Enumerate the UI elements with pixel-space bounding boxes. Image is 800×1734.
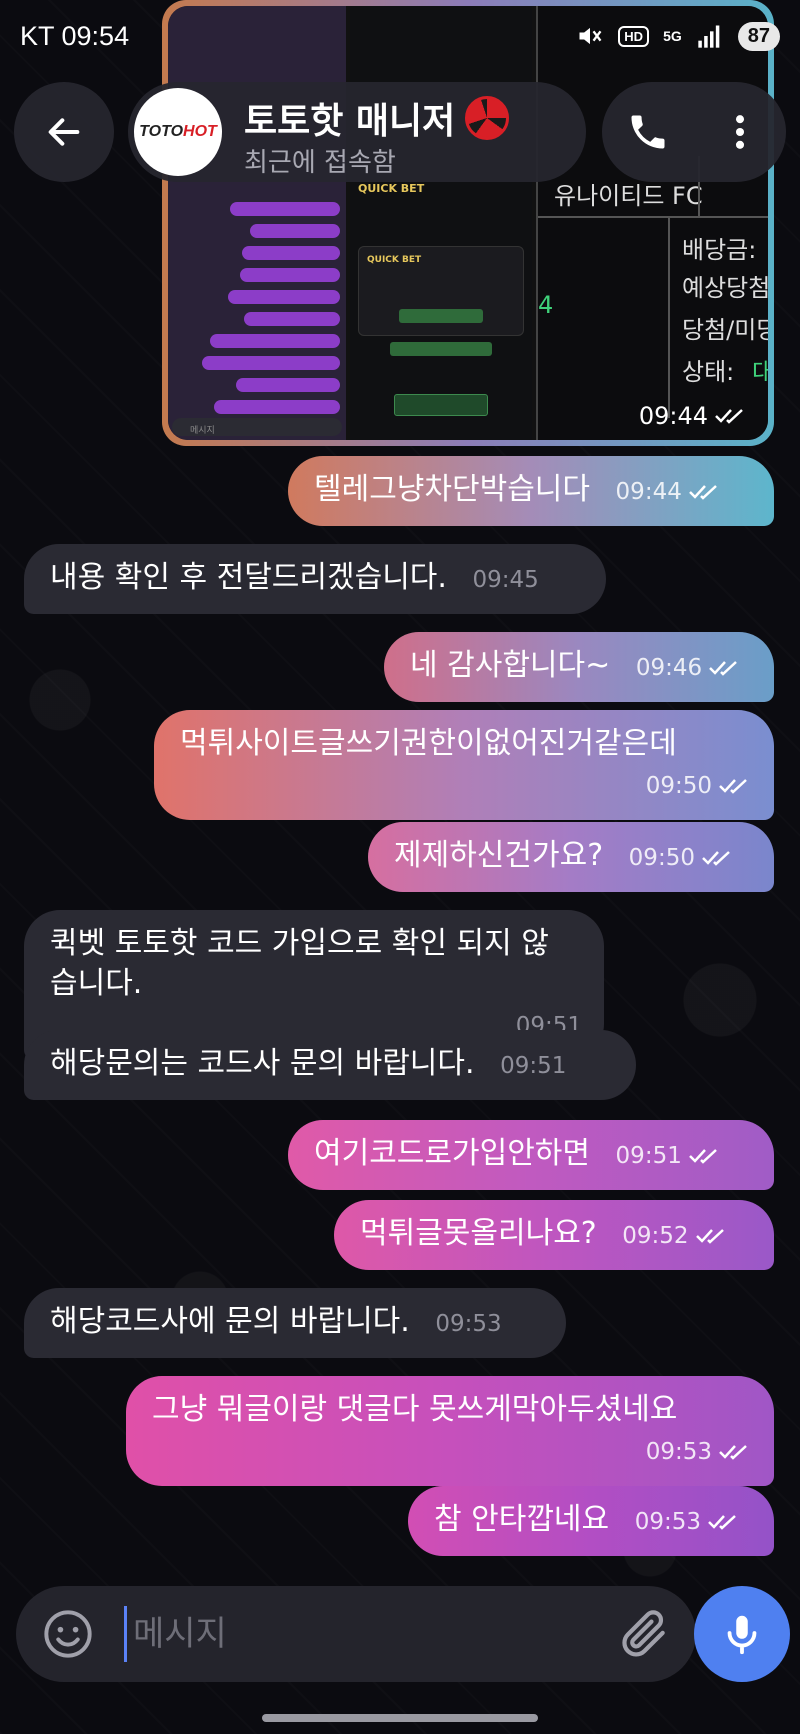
chat-info[interactable]: TOTOHOT 토토핫 매니저 최근에 접속함 [128,82,586,182]
message-text: 네 감사합니다~ [410,648,611,683]
double-check-icon [715,409,743,424]
double-check-icon [719,1445,747,1460]
message-text: 내용 확인 후 전달드리겠습니다. [50,560,447,595]
message-text: 제제하신건가요? [394,838,604,873]
message-meta: 09:53 [435,1304,501,1344]
outgoing-message[interactable]: 그냥 뭐글이랑 댓글다 못쓰게막아두셨네요 09:53 [126,1376,774,1486]
emblem-icon [465,96,510,140]
status-icons: HD 5G 87 [576,21,780,51]
double-check-icon [695,1229,724,1244]
incoming-message[interactable]: 해당문의는 코드사 문의 바랍니다. 09:51 [24,1030,636,1100]
outgoing-message[interactable]: 제제하신건가요? 09:50 [368,822,774,892]
avatar-text-a: TOTO [139,123,184,140]
message-time: 09:50 [628,845,695,871]
paperclip-icon[interactable] [616,1606,672,1662]
message-time: 09:50 [645,773,712,799]
message-meta: 09:45 [473,560,539,600]
message-meta: 09:50 [180,766,752,806]
message-text: 참 안타깝네요 [434,1502,610,1537]
screenshot-input-placeholder: 메시지 [190,426,215,436]
message-time: 09:51 [615,1143,682,1169]
message-meta: 09:52 [622,1216,728,1256]
message-text: 먹튀글못올리나요? [360,1216,597,1251]
message-text: 텔레그냥차단박습니다 [314,472,590,507]
last-seen-status: 최근에 접속함 [244,148,396,178]
double-check-icon [708,1515,736,1530]
avatar[interactable]: TOTOHOT [134,88,222,176]
home-indicator[interactable] [262,1714,538,1722]
double-check-icon [702,851,730,866]
hd-icon: HD [618,25,650,47]
carrier-time: KT 09:54 [20,20,130,51]
message-meta: 09:51 [616,1136,722,1176]
screenshot-row-4: 상태: [682,358,735,386]
message-meta: 09:44 [616,472,722,512]
message-meta: 09:46 [636,648,742,688]
screenshot-row-3: 당첨/미당 [682,316,768,344]
double-check-icon [688,1149,717,1164]
header-actions [602,82,786,182]
incoming-message[interactable]: 내용 확인 후 전달드리겠습니다. 09:45 [24,544,606,614]
microphone-icon [727,1615,757,1655]
back-arrow-icon [48,118,80,146]
image-message-meta: 09:44 [639,402,748,430]
message-text: 그냥 뭐글이랑 댓글다 못쓰게막아두셨네요 [152,1392,678,1427]
message-time: 09:53 [634,1509,701,1535]
message-text: 해당문의는 코드사 문의 바랍니다. [50,1046,475,1081]
incoming-message[interactable]: 해당코드사에 문의 바랍니다. 09:53 [24,1288,566,1358]
message-text: 먹튀사이트글쓰기권한이없어진거같은데 [180,726,677,761]
chat-header: TOTOHOT 토토핫 매니저 최근에 접속함 [0,78,800,188]
message-time: 09:46 [635,655,703,681]
message-time: 09:51 [500,1053,567,1079]
message-text: 여기코드로가입안하면 [314,1136,590,1171]
battery-icon: 87 [737,21,780,51]
more-vertical-icon[interactable] [718,110,762,154]
message-input[interactable] [124,1606,584,1662]
outgoing-message[interactable]: 먹튀글못올리나요? 09:52 [334,1200,774,1270]
double-check-icon [688,485,717,500]
status-bar: KT 09:54 HD 5G 87 [0,0,800,72]
signal-icon [698,25,720,48]
screenshot-status-value: 대 [752,358,768,386]
message-time: 09:45 [472,567,539,593]
screenshot-row-2: 예상당첨금 [682,274,768,302]
composer [16,1586,696,1682]
message-time: 09:44 [615,479,682,505]
message-time: 09:44 [638,402,708,430]
5g-icon: 5G [663,28,682,44]
message-meta: 09:53 [152,1432,752,1472]
screenshot-digit: 4 [538,291,554,319]
message-text: 퀵벳 토토핫 코드 가입으로 확인 되지 않습니다. [50,926,549,1001]
outgoing-message[interactable]: 참 안타깝네요 09:53 [408,1486,774,1556]
mute-icon [579,27,602,45]
chat-title-row: 토토핫 매니저 [244,92,510,144]
screenshot-row-1: 배당금: [682,236,757,264]
double-check-icon [709,661,737,676]
avatar-text-b: HOT [183,123,217,140]
outgoing-message[interactable]: 네 감사합니다~ 09:46 [384,632,774,702]
message-meta: 09:53 [635,1502,741,1542]
message-text: 해당코드사에 문의 바랍니다. [50,1304,410,1339]
outgoing-message[interactable]: 먹튀사이트글쓰기권한이없어진거같은데 09:50 [154,710,774,820]
emoji-icon[interactable] [42,1608,94,1660]
double-check-icon [719,779,747,794]
outgoing-message[interactable]: 텔레그냥차단박습니다 09:44 [288,456,774,526]
back-button[interactable] [14,82,114,182]
outgoing-message[interactable]: 여기코드로가입안하면 09:51 [288,1120,774,1190]
message-time: 09:53 [645,1439,712,1465]
phone-icon[interactable] [626,110,670,154]
message-meta: 09:51 [500,1046,566,1086]
voice-record-button[interactable] [694,1586,790,1682]
chat-title: 토토핫 매니저 [244,101,456,142]
message-meta: 09:50 [629,838,735,878]
message-time: 09:52 [622,1223,689,1249]
message-time: 09:53 [435,1311,502,1337]
